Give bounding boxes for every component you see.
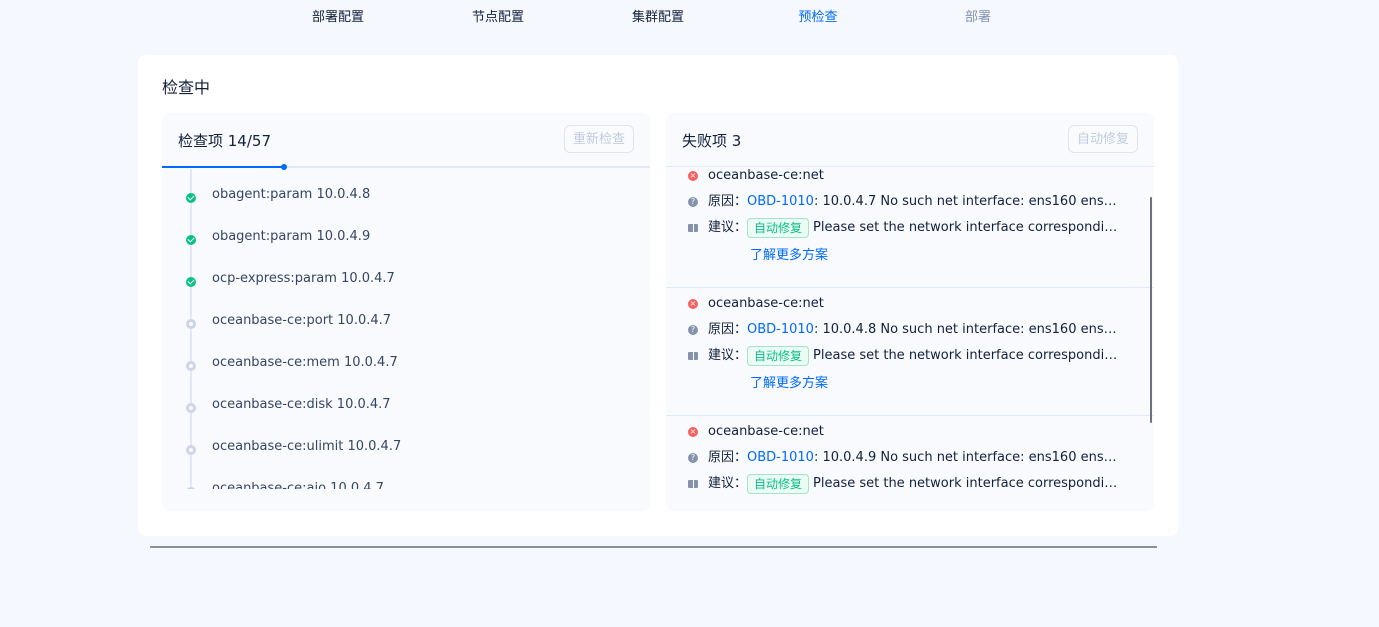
check-circle-icon — [186, 193, 196, 203]
step-cluster-config[interactable]: 集群配置 — [598, 6, 718, 25]
failed-item-reason: : 10.0.4.9 No such net interface: ens160… — [813, 450, 1124, 465]
learn-more-row: 了解更多方案 — [750, 374, 828, 394]
auto-fix-tag[interactable]: 自动修复 — [747, 474, 810, 494]
close-circle-icon: × — [688, 298, 698, 309]
timeline-item: oceanbase-ce:mem 10.0.4.7 — [162, 337, 650, 379]
failed-item-suggestion-row: 建议： 自动修复 Please set the network interface … — [688, 346, 1119, 366]
failed-items-header: 失败项 3 自动修复 — [666, 113, 1154, 167]
precheck-card: 检查中 检查项 14/57 重新检查 obagent:param 10.0.4.… — [138, 55, 1178, 536]
timeline-item-label: oceanbase-ce:ulimit 10.0.4.7 — [212, 439, 402, 454]
timeline-item: oceanbase-ce:port 10.0.4.7 — [162, 295, 650, 337]
learn-more-link[interactable]: 了解更多方案 — [750, 376, 828, 391]
reason-label: 原因： — [708, 194, 748, 209]
question-circle-icon: ? — [688, 196, 698, 207]
timeline-item-label: obagent:param 10.0.4.8 — [212, 187, 371, 202]
recheck-button[interactable]: 重新检查 — [563, 125, 634, 153]
reason-label: 原因： — [708, 322, 748, 337]
failed-item: × oceanbase-ce:net ? 原因：OBD-1010 : 10.0.4.… — [666, 168, 1154, 288]
failed-items-panel: 失败项 3 自动修复 × oceanbase-ce:net ? 原因：OBD-101… — [666, 113, 1154, 511]
failed-item: × oceanbase-ce:net ? 原因：OBD-1010 : 10.0.4.… — [666, 416, 1154, 511]
pending-dot-icon — [186, 319, 196, 329]
failed-item-name-row: × oceanbase-ce:net — [688, 168, 824, 186]
check-timeline[interactable]: obagent:param 10.0.4.8 obagent:param 10.… — [162, 169, 650, 489]
check-progress-bar — [162, 164, 650, 170]
error-code-link[interactable]: OBD-1010 — [747, 322, 814, 337]
pending-dot-icon — [186, 445, 196, 455]
timeline-item: ocp-express:param 10.0.4.7 — [162, 253, 650, 295]
pending-dot-icon — [186, 361, 196, 371]
reason-label: 原因： — [708, 450, 748, 465]
failed-item-suggestion: Please set the network interface corresp… — [813, 348, 1120, 363]
step-node-config[interactable]: 节点配置 — [438, 6, 558, 25]
failed-item-suggestion-row: 建议： 自动修复 Please set the network interface … — [688, 218, 1119, 238]
suggestion-label: 建议： — [708, 476, 748, 491]
pending-dot-icon — [186, 403, 196, 413]
check-progress-fill — [162, 166, 284, 168]
step-deploy-config[interactable]: 部署配置 — [278, 6, 398, 25]
check-items-title: 检查项 14/57 — [178, 132, 271, 150]
failed-items-title: 失败项 3 — [682, 132, 742, 150]
timeline-item-label: oceanbase-ce:aio 10.0.4.7 — [212, 481, 384, 489]
failed-item-name: oceanbase-ce:net — [708, 424, 824, 439]
failed-item-reason-row: ? 原因：OBD-1010 : 10.0.4.9 No such net inte… — [688, 448, 1124, 468]
failed-item-name-row: × oceanbase-ce:net — [688, 294, 824, 314]
learn-more-link[interactable]: 了解更多方案 — [750, 248, 828, 263]
card-title: 检查中 — [162, 78, 211, 97]
failed-item-name: oceanbase-ce:net — [708, 168, 824, 183]
timeline-item: oceanbase-ce:disk 10.0.4.7 — [162, 379, 650, 421]
failed-item-name-row: × oceanbase-ce:net — [688, 422, 824, 442]
failed-item-name: oceanbase-ce:net — [708, 296, 824, 311]
steps-bar: 部署配置 节点配置 集群配置 预检查 部署 — [0, 0, 1379, 34]
failed-item-reason: : 10.0.4.8 No such net interface: ens160… — [813, 322, 1124, 337]
timeline-item: obagent:param 10.0.4.8 — [162, 169, 650, 211]
failed-item-suggestion-row: 建议： 自动修复 Please set the network interface … — [688, 474, 1119, 494]
failed-item-reason: : 10.0.4.7 No such net interface: ens160… — [813, 194, 1124, 209]
timeline-item-label: oceanbase-ce:mem 10.0.4.7 — [212, 355, 398, 370]
failed-items-list[interactable]: × oceanbase-ce:net ? 原因：OBD-1010 : 10.0.4.… — [666, 168, 1154, 511]
error-code-link[interactable]: OBD-1010 — [747, 450, 814, 465]
timeline-item: obagent:param 10.0.4.9 — [162, 211, 650, 253]
failed-item-suggestion: Please set the network interface corresp… — [813, 476, 1120, 491]
footer-divider — [150, 546, 1157, 548]
check-items-header: 检查项 14/57 重新检查 — [162, 113, 650, 167]
error-code-link[interactable]: OBD-1010 — [747, 194, 814, 209]
auto-fix-tag[interactable]: 自动修复 — [747, 346, 810, 366]
read-icon — [688, 479, 698, 488]
auto-fix-all-button[interactable]: 自动修复 — [1067, 125, 1138, 153]
failed-item-suggestion: Please set the network interface corresp… — [813, 220, 1120, 235]
step-precheck[interactable]: 预检查 — [758, 6, 878, 25]
pending-dot-icon — [186, 487, 196, 489]
question-circle-icon: ? — [688, 452, 698, 463]
question-circle-icon: ? — [688, 324, 698, 335]
suggestion-label: 建议： — [708, 348, 748, 363]
failed-item: × oceanbase-ce:net ? 原因：OBD-1010 : 10.0.4.… — [666, 288, 1154, 416]
failed-item-reason-row: ? 原因：OBD-1010 : 10.0.4.8 No such net inte… — [688, 320, 1124, 340]
read-icon — [688, 223, 698, 232]
learn-more-row: 了解更多方案 — [750, 246, 828, 266]
close-circle-icon: × — [688, 170, 698, 181]
close-circle-icon: × — [688, 426, 698, 437]
timeline-item-label: obagent:param 10.0.4.9 — [212, 229, 371, 244]
timeline-item: oceanbase-ce:ulimit 10.0.4.7 — [162, 421, 650, 463]
timeline-item-label: oceanbase-ce:disk 10.0.4.7 — [212, 397, 391, 412]
suggestion-label: 建议： — [708, 220, 748, 235]
check-circle-icon — [186, 277, 196, 287]
timeline-item: oceanbase-ce:aio 10.0.4.7 — [162, 463, 650, 489]
failed-list-scrollbar[interactable] — [1150, 197, 1152, 423]
failed-item-reason-row: ? 原因：OBD-1010 : 10.0.4.7 No such net inte… — [688, 192, 1124, 212]
auto-fix-tag[interactable]: 自动修复 — [747, 218, 810, 238]
step-deploy[interactable]: 部署 — [918, 6, 1038, 25]
check-items-panel: 检查项 14/57 重新检查 obagent:param 10.0.4.8 ob… — [162, 113, 650, 511]
timeline-item-label: ocp-express:param 10.0.4.7 — [212, 271, 395, 286]
read-icon — [688, 351, 698, 360]
check-circle-icon — [186, 235, 196, 245]
timeline-item-label: oceanbase-ce:port 10.0.4.7 — [212, 313, 392, 328]
